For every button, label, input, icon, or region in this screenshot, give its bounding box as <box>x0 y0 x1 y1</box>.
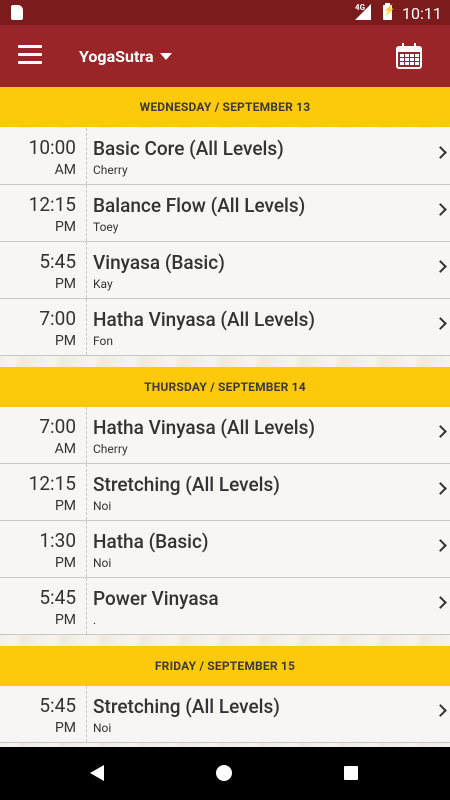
class-teacher: Noi <box>93 721 112 735</box>
class-time: 7:00 <box>39 307 76 330</box>
class-ampm: PM <box>54 612 76 628</box>
chevron-right-icon <box>434 317 447 330</box>
class-time: 5:45 <box>39 586 76 609</box>
system-nav-bar <box>0 747 450 800</box>
class-ampm: AM <box>54 441 76 457</box>
hamburger-menu-icon[interactable] <box>18 45 42 65</box>
class-ampm: AM <box>54 162 76 178</box>
class-name: Stretching (All Levels) <box>93 473 280 496</box>
class-teacher: . <box>93 613 97 627</box>
home-icon[interactable] <box>216 765 232 781</box>
day-header: WEDNESDAY / SEPTEMBER 13 <box>0 87 450 127</box>
time-column: 10:00 AM <box>0 128 87 184</box>
class-time: 7:00 <box>39 415 76 438</box>
app-bar: YogaSutra <box>0 25 450 87</box>
time-column: 5:45 PM <box>0 578 87 634</box>
class-ampm: PM <box>54 276 76 292</box>
chevron-right-icon <box>434 425 447 438</box>
class-name: Stretching (All Levels) <box>93 695 280 718</box>
class-row[interactable]: 1:30 PM Hatha (Basic) Noi <box>0 521 450 578</box>
time-column: 7:00 PM <box>0 299 87 355</box>
chevron-right-icon <box>434 539 447 552</box>
class-time: 12:15 <box>28 472 76 495</box>
schedule-list[interactable]: WEDNESDAY / SEPTEMBER 13 10:00 AM Basic … <box>0 87 450 747</box>
class-teacher: Noi <box>93 556 112 570</box>
chevron-right-icon <box>434 203 447 216</box>
class-ampm: PM <box>54 498 76 514</box>
class-row[interactable]: 5:45 PM Power Vinyasa . <box>0 578 450 635</box>
class-ampm: PM <box>54 333 76 349</box>
class-time: 10:00 <box>28 136 76 159</box>
caret-down-icon[interactable] <box>160 53 172 60</box>
class-row[interactable]: 12:15 PM Stretching (All Levels) Noi <box>0 464 450 521</box>
class-teacher: Cherry <box>93 442 128 456</box>
class-ampm: PM <box>54 555 76 571</box>
sd-card-icon <box>11 5 23 20</box>
day-header: FRIDAY / SEPTEMBER 15 <box>0 646 450 686</box>
clock: 10:11 <box>402 4 442 23</box>
calendar-icon[interactable] <box>396 43 422 69</box>
class-name: Power Vinyasa <box>93 587 219 610</box>
status-bar: 4G 10:11 <box>0 0 450 25</box>
class-teacher: Cherry <box>93 163 128 177</box>
class-time: 12:15 <box>28 193 76 216</box>
class-name: Hatha Vinyasa (All Levels) <box>93 416 316 439</box>
network-type: 4G <box>355 3 366 12</box>
class-row[interactable]: 5:45 PM Stretching (All Levels) Noi <box>0 686 450 743</box>
time-column: 5:45 PM <box>0 686 87 742</box>
recent-apps-icon[interactable] <box>344 766 358 780</box>
time-column: 1:30 PM <box>0 521 87 577</box>
class-teacher: Kay <box>93 277 113 291</box>
time-column: 7:00 AM <box>0 407 87 463</box>
day-header: THURSDAY / SEPTEMBER 14 <box>0 367 450 407</box>
chevron-right-icon <box>434 146 447 159</box>
class-teacher: Fon <box>93 334 113 348</box>
class-time: 5:45 <box>39 250 76 273</box>
class-row[interactable]: 7:00 AM Hatha Vinyasa (All Levels) Cherr… <box>0 407 450 464</box>
back-icon[interactable] <box>90 765 104 781</box>
class-row[interactable]: 7:00 PM Hatha Vinyasa (All Levels) Fon <box>0 299 450 356</box>
class-time: 1:30 <box>39 529 76 552</box>
time-column: 12:15 PM <box>0 464 87 520</box>
class-name: Basic Core (All Levels) <box>93 137 284 160</box>
chevron-right-icon <box>434 482 447 495</box>
class-ampm: PM <box>54 219 76 235</box>
class-name: Balance Flow (All Levels) <box>93 194 306 217</box>
chevron-right-icon <box>434 596 447 609</box>
class-name: Hatha (Basic) <box>93 530 209 553</box>
battery-charging-icon <box>383 3 395 20</box>
class-teacher: Noi <box>93 499 112 513</box>
chevron-right-icon <box>434 704 447 717</box>
chevron-right-icon <box>434 260 447 273</box>
studio-selector[interactable]: YogaSutra <box>79 47 154 66</box>
class-ampm: PM <box>54 720 76 736</box>
class-row[interactable]: 5:45 PM Vinyasa (Basic) Kay <box>0 242 450 299</box>
class-row[interactable]: 12:15 PM Balance Flow (All Levels) Toey <box>0 185 450 242</box>
class-row[interactable]: 10:00 AM Basic Core (All Levels) Cherry <box>0 128 450 185</box>
class-teacher: Toey <box>93 220 119 234</box>
time-column: 12:15 PM <box>0 185 87 241</box>
class-name: Hatha Vinyasa (All Levels) <box>93 308 316 331</box>
class-name: Vinyasa (Basic) <box>93 251 225 274</box>
time-column: 5:45 PM <box>0 242 87 298</box>
class-time: 5:45 <box>39 694 76 717</box>
